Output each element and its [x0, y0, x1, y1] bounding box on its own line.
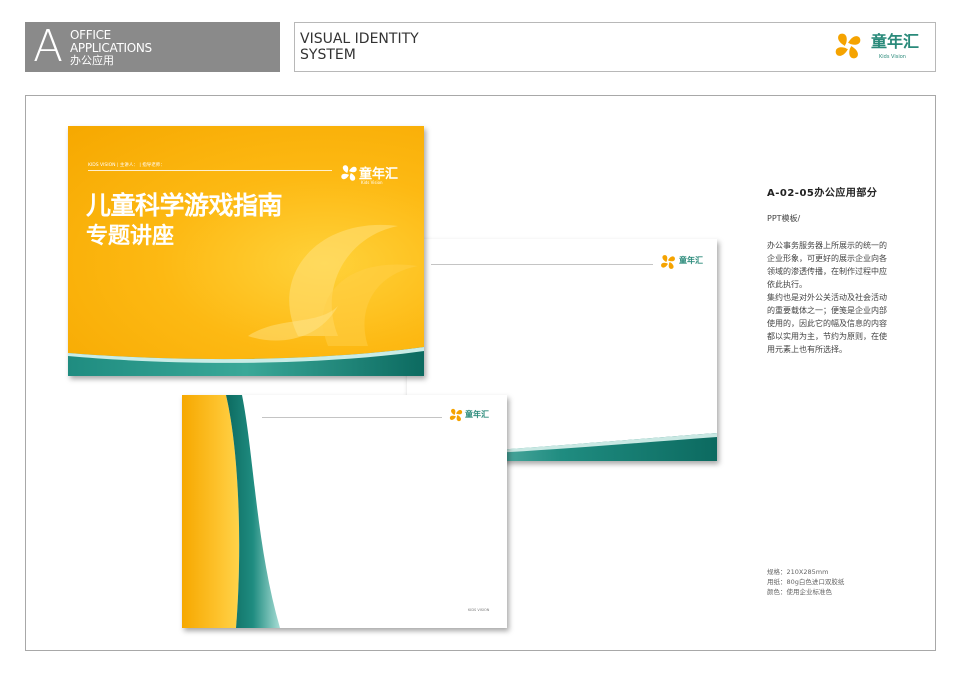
- description-line: 集约也是对外公关活动及社会活动: [767, 293, 887, 302]
- vi-title-line1: VISUAL IDENTITY: [300, 31, 419, 47]
- description-line: 使用的，因此它的幅及信息的内容: [767, 319, 887, 328]
- pinwheel-logo-icon: [449, 408, 463, 422]
- letter-logo-wordmark: 童年汇: [679, 256, 703, 265]
- spec-size: 规格：210X285mm: [767, 568, 829, 576]
- ppt-title-line2: 专题讲座: [86, 224, 175, 249]
- description-line: 的重要载体之一；便笺是企业内部: [767, 306, 887, 315]
- description-line: 都以实用为主，节约为原则，在使: [767, 332, 887, 341]
- envelope-side-band: [182, 395, 280, 628]
- pinwheel-logo-icon: [661, 255, 675, 269]
- logo-wordmark: 童年汇: [871, 32, 920, 51]
- description-line: 企业形象，可更好的展示企业向各: [767, 254, 887, 263]
- ppt-title-line1: 儿童科学游戏指南: [86, 191, 283, 220]
- spec-code-title: A-02-05办公应用部分: [767, 188, 878, 199]
- spec-paper: 用纸：80g白色进口双胶纸: [767, 578, 845, 586]
- logo-tagline: Kids Vision: [879, 54, 906, 60]
- spec-color: 颜色：使用企业标准色: [767, 588, 832, 596]
- description-line: 依此执行。: [767, 280, 807, 289]
- section-title-cn: 办公应用: [70, 54, 114, 67]
- ppt-logo-tagline: Kids Vision: [361, 180, 383, 185]
- envelope-header-rule: [262, 417, 442, 418]
- ppt-wave-decoration: [68, 347, 424, 376]
- vi-title-line2: SYSTEM: [300, 47, 356, 63]
- envelope-footer-text: KIDS VISION: [468, 608, 490, 612]
- ppt-header-rule: [88, 170, 332, 171]
- description-line: 办公事务服务器上所展示的统一的: [767, 241, 887, 250]
- ppt-meta-text: KIDS VISION | 主讲人： | 指导老师：: [88, 163, 165, 168]
- description-line: 领域的渗透传播，在制作过程中应: [767, 267, 887, 276]
- ppt-cover-mockup: KIDS VISION | 主讲人： | 指导老师： 童年汇 Kids Visi…: [68, 126, 424, 376]
- envelope-logo-wordmark: 童年汇: [465, 410, 489, 419]
- letter-header-rule: [431, 264, 653, 265]
- spec-subtitle: PPT模板/: [767, 214, 801, 223]
- pinwheel-logo-icon: [835, 33, 861, 59]
- description-line: 用元素上也有所选择。: [767, 345, 847, 354]
- section-letter: A: [33, 21, 64, 72]
- envelope-mockup: 童年汇 KIDS VISION: [182, 395, 507, 628]
- pinwheel-logo-icon: [341, 165, 357, 181]
